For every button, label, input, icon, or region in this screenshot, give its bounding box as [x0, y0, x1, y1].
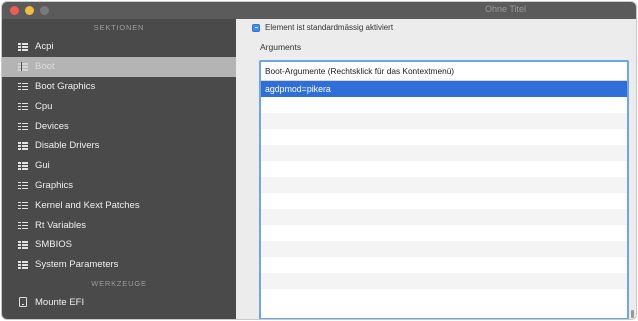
list-icon — [18, 161, 28, 171]
sidebar-item-acpi[interactable]: Acpi — [2, 37, 236, 57]
sidebar-item-label: Rt Variables — [35, 219, 87, 231]
sidebar-item-boot-graphics[interactable]: Boot Graphics — [2, 77, 236, 97]
sidebar-item-smbios[interactable]: SMBIOS — [2, 235, 236, 255]
disk-icon — [19, 297, 27, 308]
boot-arguments-table[interactable]: Boot-Argumente (Rechtsklick für das Kont… — [259, 60, 629, 319]
minimize-window-button[interactable] — [25, 6, 34, 15]
sidebar-item-rt-variables[interactable]: Rt Variables — [2, 215, 236, 235]
empty-table-row[interactable] — [261, 129, 627, 145]
enabled-checkbox-row[interactable]: Element ist standardmässig aktiviert — [252, 23, 393, 32]
empty-table-row[interactable] — [261, 193, 627, 209]
sidebar-item-system-parameters[interactable]: System Parameters — [2, 255, 236, 275]
list-icon — [18, 141, 28, 151]
sidebar-item-boot[interactable]: Boot — [2, 56, 236, 77]
scrollbar-stub[interactable] — [631, 310, 634, 318]
sidebar-item-label: Gui — [35, 160, 50, 172]
sidebar-item-graphics[interactable]: Graphics — [2, 176, 236, 196]
sidebar-item-label: Graphics — [35, 179, 74, 191]
sidebar-item-label: SMBIOS — [35, 239, 72, 251]
empty-table-row[interactable] — [261, 113, 627, 129]
sidebar-item-label: Boot — [35, 61, 55, 73]
empty-table-row[interactable] — [261, 273, 627, 289]
main-content: Element ist standardmässig aktiviert Arg… — [236, 19, 636, 319]
list-icon — [18, 62, 28, 72]
sidebar-items: Acpi Boot Boot Graphics Cpu Devices Disable D… — [2, 37, 236, 275]
sidebar-item-label: Boot Graphics — [35, 80, 96, 92]
sidebar-item-label: Devices — [35, 120, 69, 132]
empty-table-row[interactable] — [261, 97, 627, 113]
list-icon — [18, 101, 28, 111]
list-icon — [18, 260, 28, 270]
list-icon — [18, 220, 28, 230]
sidebar-item-label: System Parameters — [35, 259, 119, 271]
sidebar-section-werkzeuge: WERKZEUGE — [91, 278, 147, 288]
empty-table-row[interactable] — [261, 289, 627, 305]
sidebar-item-mounte-efi[interactable]: Mounte EFI — [2, 293, 236, 313]
sidebar-item-label: Disable Drivers — [35, 140, 100, 152]
sidebar-section-sektionen: SEKTIONEN — [93, 23, 145, 32]
app-window: Ohne Titel SEKTIONEN Acpi Boot Boot Graphi… — [2, 2, 636, 319]
sidebar-item-gui[interactable]: Gui — [2, 156, 236, 176]
empty-table-row[interactable] — [261, 257, 627, 273]
sidebar: SEKTIONEN Acpi Boot Boot Graphics Cpu Device… — [2, 19, 236, 319]
list-icon — [18, 42, 28, 52]
sidebar-item-label: Mounte EFI — [35, 296, 85, 308]
list-icon — [18, 240, 28, 250]
sidebar-item-disable-drivers[interactable]: Disable Drivers — [2, 136, 236, 156]
sidebar-item-kernel-and-kext-patches[interactable]: Kernel and Kext Patches — [2, 195, 236, 215]
table-row[interactable]: agdpmod=pikera — [261, 81, 627, 97]
list-icon — [18, 200, 28, 210]
empty-table-row[interactable] — [261, 209, 627, 225]
empty-table-row[interactable] — [261, 225, 627, 241]
list-icon — [18, 81, 28, 91]
window-title: Ohne Titel — [484, 4, 526, 14]
table-column-header[interactable]: Boot-Argumente (Rechtsklick für das Kont… — [261, 62, 627, 81]
enabled-checkbox-label: Element ist standardmässig aktiviert — [265, 23, 394, 32]
sidebar-item-label: Cpu — [35, 100, 53, 112]
sidebar-item-label: Kernel and Kext Patches — [35, 199, 140, 211]
list-icon — [18, 121, 28, 131]
close-window-button[interactable] — [10, 6, 19, 15]
sidebar-item-cpu[interactable]: Cpu — [2, 96, 236, 116]
title-bar[interactable]: Ohne Titel — [2, 2, 636, 19]
zoom-window-button[interactable] — [40, 6, 49, 15]
empty-table-row[interactable] — [261, 241, 627, 257]
list-icon — [18, 180, 28, 190]
empty-table-row[interactable] — [261, 177, 627, 193]
enabled-checkbox[interactable] — [252, 23, 260, 32]
table-rows: agdpmod=pikera — [261, 81, 627, 305]
sidebar-item-label: Acpi — [35, 41, 54, 53]
empty-table-row[interactable] — [261, 161, 627, 177]
empty-table-row[interactable] — [261, 145, 627, 161]
arguments-label: Arguments — [260, 42, 302, 52]
sidebar-item-devices[interactable]: Devices — [2, 116, 236, 136]
